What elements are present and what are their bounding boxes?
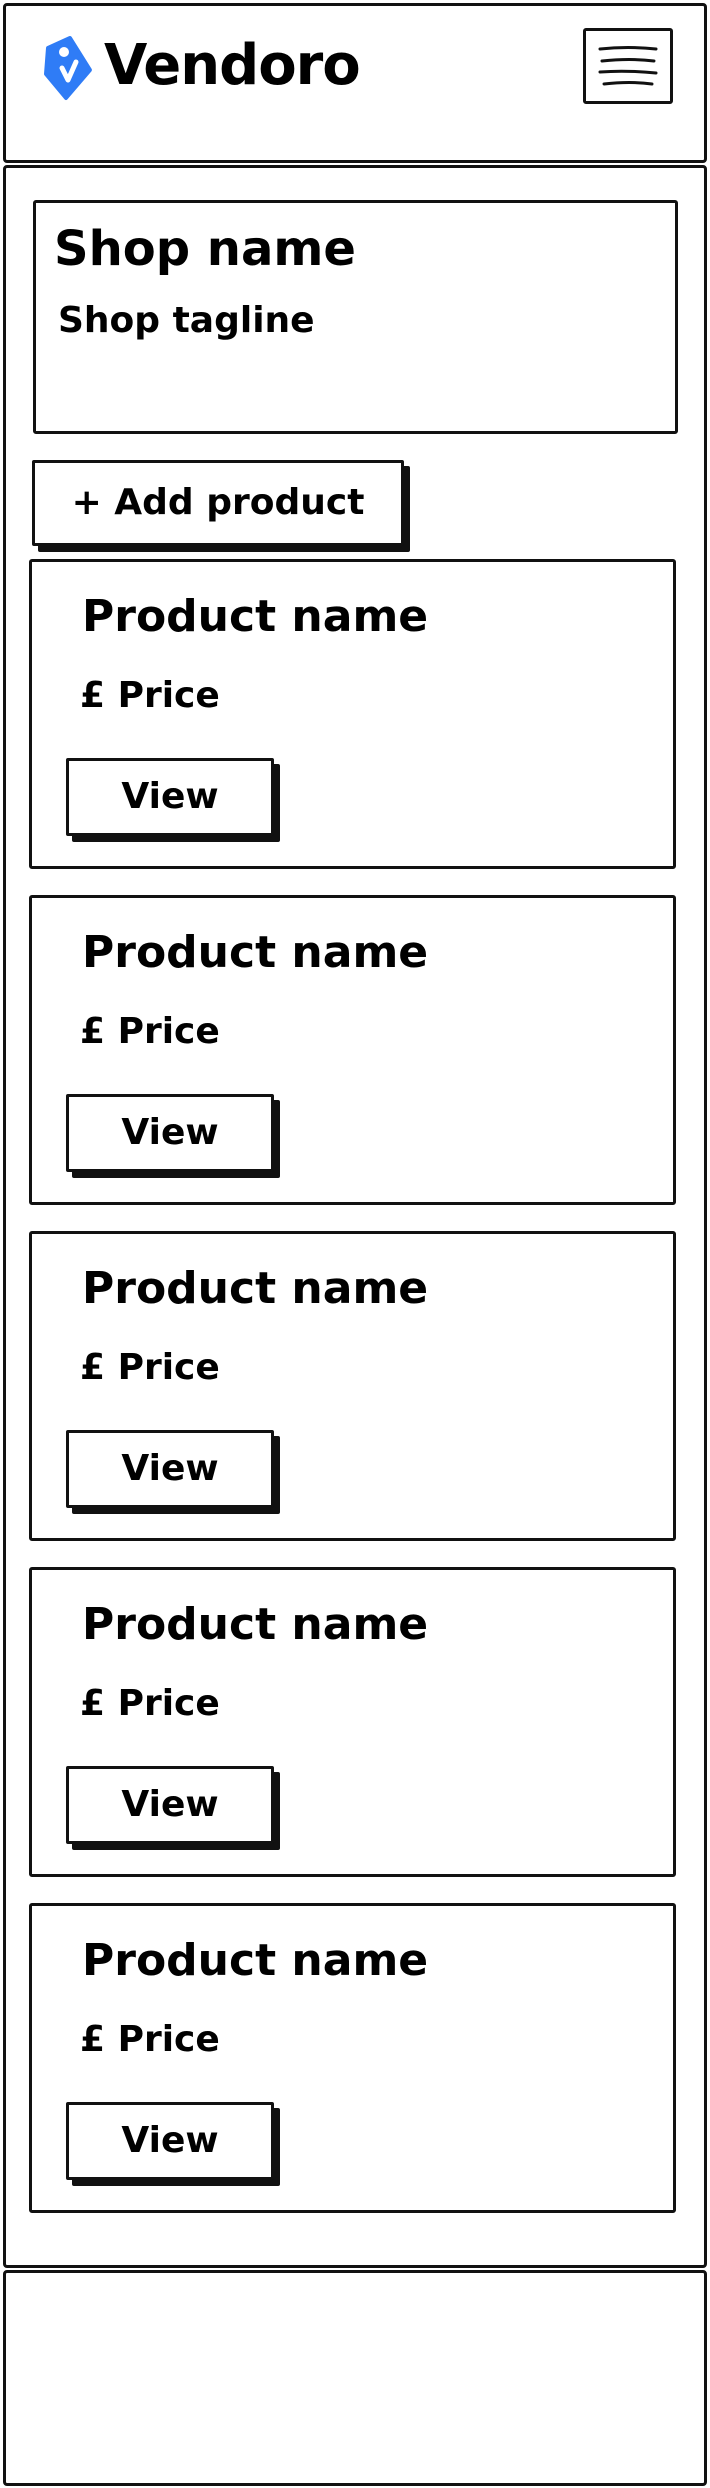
- product-card: Product name £ Price View: [29, 559, 676, 869]
- shop-tagline: Shop tagline: [58, 300, 315, 341]
- product-name: Product name: [82, 591, 429, 642]
- hamburger-menu-icon[interactable]: [583, 28, 673, 104]
- product-price: £ Price: [80, 1347, 220, 1388]
- shop-info-card: Shop name Shop tagline: [33, 200, 678, 434]
- product-name: Product name: [82, 927, 429, 978]
- product-name: Product name: [82, 1263, 429, 1314]
- view-product-button[interactable]: View: [66, 758, 274, 836]
- view-product-button[interactable]: View: [66, 1430, 274, 1508]
- product-card: Product name £ Price View: [29, 1903, 676, 2213]
- price-tag-icon[interactable]: [40, 34, 96, 102]
- product-price: £ Price: [80, 2019, 220, 2060]
- app-header: Vendoro: [3, 3, 707, 163]
- product-card: Product name £ Price View: [29, 1567, 676, 1877]
- app-footer: [3, 2270, 707, 2486]
- product-card: Product name £ Price View: [29, 895, 676, 1205]
- brand-name[interactable]: Vendoro: [104, 31, 361, 101]
- add-product-button[interactable]: + Add product: [32, 460, 404, 546]
- shop-name: Shop name: [54, 221, 356, 277]
- view-product-button[interactable]: View: [66, 1094, 274, 1172]
- product-name: Product name: [82, 1599, 429, 1650]
- product-price: £ Price: [80, 1683, 220, 1724]
- product-price: £ Price: [80, 675, 220, 716]
- product-name: Product name: [82, 1935, 429, 1986]
- view-product-button[interactable]: View: [66, 1766, 274, 1844]
- product-price: £ Price: [80, 1011, 220, 1052]
- view-product-button[interactable]: View: [66, 2102, 274, 2180]
- product-card: Product name £ Price View: [29, 1231, 676, 1541]
